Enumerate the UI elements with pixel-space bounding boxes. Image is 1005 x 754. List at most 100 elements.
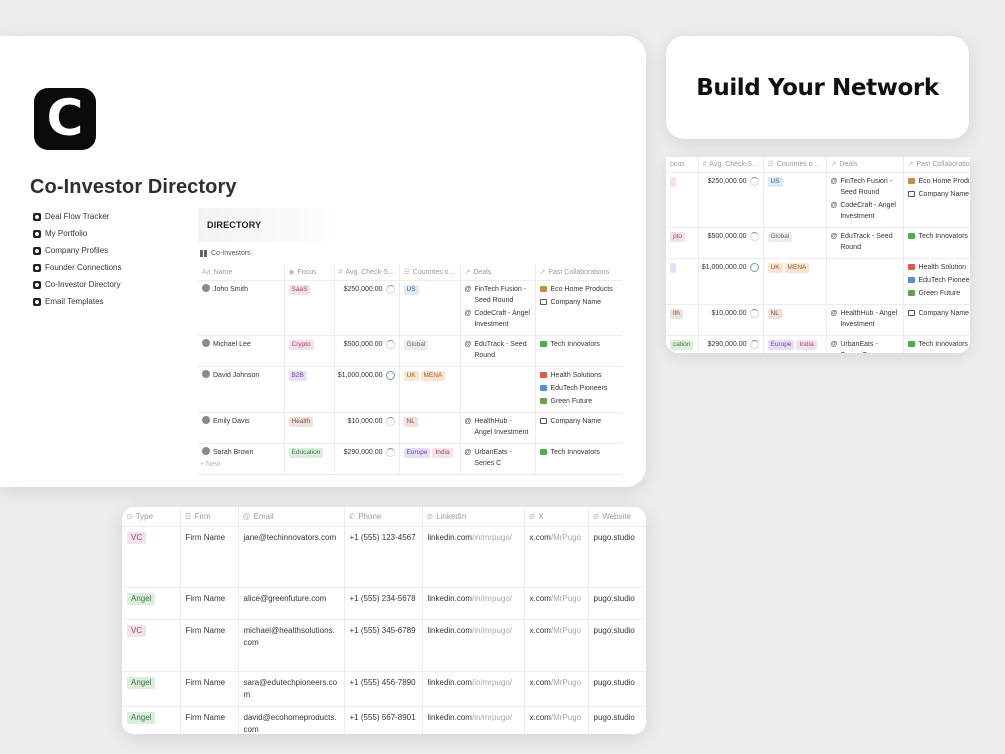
linkedin-cell[interactable]: linkedin.com/in/mrpugo/ (422, 619, 525, 672)
column-header-countries[interactable]: ☰ Countries o... (399, 265, 461, 281)
x-cell[interactable]: x.com/MrPugo (524, 671, 589, 707)
table-row[interactable]: Sarah Brown Education $290,000.00 Europe… (198, 443, 622, 475)
table-row[interactable]: VC Firm Name michael@healthsolutions.com… (122, 619, 646, 672)
column-header-focus[interactable]: ◉ Focus (284, 265, 335, 281)
deal-link[interactable]: @ HealthHub - Angel Investment (465, 416, 531, 440)
name-cell[interactable]: John Smith (198, 280, 285, 336)
focus-cell[interactable] (666, 172, 699, 228)
column-header-linkedin[interactable]: ⊘ LinkedIn (422, 507, 525, 527)
type-cell[interactable]: Angel (122, 706, 181, 734)
avg-check-cell[interactable]: $500,000.00 (334, 335, 400, 367)
firm-cell[interactable]: Firm Name (180, 526, 239, 588)
collab-cell[interactable]: Health Solution EduTech Pioneer Green Fu… (903, 258, 970, 305)
focus-cell[interactable]: cation (666, 335, 699, 353)
collab-link[interactable]: EduTech Pioneer (907, 275, 970, 286)
countries-cell[interactable]: NL (763, 304, 827, 336)
website-cell[interactable]: pugo.studio (588, 619, 646, 672)
column-header-type[interactable]: ⊙ Type (122, 507, 181, 527)
column-header-focus[interactable]: ocus (666, 157, 699, 173)
collab-link[interactable]: Health Solution (907, 262, 967, 273)
focus-cell[interactable]: B2B (284, 366, 335, 413)
firm-cell[interactable]: Firm Name (180, 619, 239, 672)
collab-link[interactable]: Tech Innovators (539, 339, 619, 350)
table-row[interactable]: David Johnson B2B $1,000,000.00 UK MENA H… (198, 366, 622, 413)
table-row[interactable]: Angel Firm Name david@ecohomeproducts.co… (122, 706, 646, 734)
collab-link[interactable]: Health Solutions (539, 370, 619, 381)
collab-cell[interactable]: Eco Home Produ Company Name (903, 172, 970, 228)
type-cell[interactable]: VC (122, 526, 181, 588)
x-cell[interactable]: x.com/MrPugo (524, 526, 589, 588)
countries-cell[interactable]: Europe India (399, 443, 461, 475)
countries-cell[interactable]: US (399, 280, 461, 336)
table-row[interactable]: Emily Davis Health $10,000.00 NL @ Health… (198, 412, 622, 444)
email-cell[interactable]: sara@edutechpioneers.com (238, 671, 345, 707)
table-row[interactable]: Angel Firm Name alice@greenfuture.com +1… (122, 587, 646, 620)
name-cell[interactable]: Sarah Brown (198, 443, 285, 475)
email-cell[interactable]: david@ecohomeproducts.com (238, 706, 345, 734)
deals-cell[interactable] (460, 366, 536, 413)
collab-cell[interactable]: Eco Home Products Company Name (535, 280, 622, 336)
focus-cell[interactable] (666, 258, 699, 305)
view-tab-co-investors[interactable]: Co-Investors (200, 250, 251, 257)
column-header-countries[interactable]: ☰ Countries o... (763, 157, 827, 173)
column-header-name[interactable]: Aa Name (198, 265, 285, 281)
deal-link[interactable]: @ HealthHub - Angel Investment (831, 308, 899, 332)
name-cell[interactable]: David Johnson (198, 366, 285, 413)
phone-cell[interactable]: +1 (555) 567-8901 (344, 706, 423, 734)
countries-cell[interactable]: UK MENA (763, 258, 827, 305)
focus-cell[interactable]: pto (666, 227, 699, 259)
deal-link[interactable]: @ CodeCraft - Angel Investment (465, 308, 531, 332)
column-header-avg-check[interactable]: # Avg. Check-S... (698, 157, 764, 173)
deal-link[interactable]: @ CodeCraft - Angel Investment (831, 200, 899, 224)
new-row-button[interactable]: + New (200, 461, 220, 468)
collab-cell[interactable]: Company Name (535, 412, 622, 444)
avg-check-cell[interactable]: $1,000,000.00 (334, 366, 400, 413)
avg-check-cell[interactable]: $500,000.00 (698, 227, 764, 259)
collab-link[interactable]: Green Future (907, 288, 967, 299)
deals-cell[interactable]: @ FinTech Fusion - Seed Round @ CodeCraft … (460, 280, 536, 336)
table-row[interactable]: $1,000,000.00 UK MENA Health Solution Edu… (666, 258, 970, 305)
table-row[interactable]: Michael Lee Crypto $500,000.00 Global @ E… (198, 335, 622, 367)
column-header-past-collaborations[interactable]: ↗ Past Collaboratio (903, 157, 970, 173)
avg-check-cell[interactable]: $250,000.00 (334, 280, 400, 336)
collab-link[interactable]: EduTech Pioneers (539, 383, 619, 394)
collab-link[interactable]: Company Name (539, 297, 619, 308)
countries-cell[interactable]: Europe India (763, 335, 827, 353)
collab-cell[interactable]: Tech Innovators (535, 335, 622, 367)
type-cell[interactable]: Angel (122, 671, 181, 707)
collab-cell[interactable]: Tech Innovators (535, 443, 622, 475)
avg-check-cell[interactable]: $1,000,000.00 (698, 258, 764, 305)
website-cell[interactable]: pugo.studio (588, 706, 646, 734)
focus-cell[interactable]: Education (284, 443, 335, 475)
sidebar-item-company-profiles[interactable]: Company Profiles (33, 242, 193, 259)
table-row[interactable]: lth $10,000.00 NL @ HealthHub - Angel Inv… (666, 304, 970, 336)
name-cell[interactable]: Emily Davis (198, 412, 285, 444)
collab-link[interactable]: Tech Innovators (907, 231, 968, 242)
focus-cell[interactable]: Health (284, 412, 335, 444)
deal-link[interactable]: @UrbanEats - Series C (465, 447, 531, 471)
deals-cell[interactable]: @ HealthHub - Angel Investment (460, 412, 536, 444)
table-row[interactable]: pto $500,000.00 Global @ EduTrack - Seed … (666, 227, 970, 259)
x-cell[interactable]: x.com/MrPugo (524, 587, 589, 620)
countries-cell[interactable]: US (763, 172, 827, 228)
collab-link[interactable]: Eco Home Products (539, 284, 619, 295)
deals-cell[interactable]: @ FinTech Fusion - Seed Round @ CodeCraft … (826, 172, 904, 228)
phone-cell[interactable]: +1 (555) 123-4567 (344, 526, 423, 588)
website-cell[interactable]: pugo.studio (588, 526, 646, 588)
countries-cell[interactable]: NL (399, 412, 461, 444)
linkedin-cell[interactable]: linkedin.com/in/mrpugo/ (422, 587, 525, 620)
table-row[interactable]: $250,000.00 US @ FinTech Fusion - Seed Ro… (666, 172, 970, 228)
sidebar-item-co-investor-directory[interactable]: Co-Investor Directory (33, 276, 193, 293)
collab-link[interactable]: Tech Innovators (539, 447, 619, 458)
deals-cell[interactable]: @ HealthHub - Angel Investment (826, 304, 904, 336)
countries-cell[interactable]: Global (763, 227, 827, 259)
type-cell[interactable]: Angel (122, 587, 181, 620)
linkedin-cell[interactable]: linkedin.com/in/mrpugo/ (422, 526, 525, 588)
linkedin-cell[interactable]: linkedin.com/in/mrpugo/ (422, 671, 525, 707)
sidebar-item-email-templates[interactable]: Email Templates (33, 293, 193, 310)
avg-check-cell[interactable]: $290,000.00 (698, 335, 764, 353)
table-row[interactable]: cation $290,000.00 Europe India @ UrbanEat… (666, 335, 970, 353)
website-cell[interactable]: pugo.studio (588, 587, 646, 620)
column-header-website[interactable]: ⊘ Website (588, 507, 646, 527)
collab-link[interactable]: Eco Home Produ (907, 176, 970, 187)
